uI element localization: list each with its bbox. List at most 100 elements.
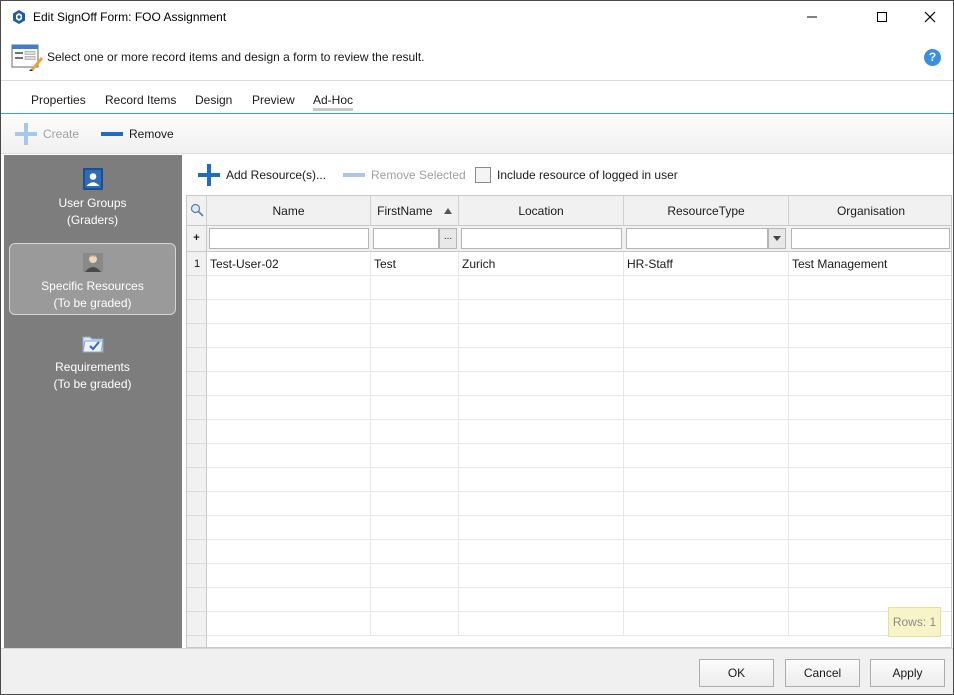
- nav-item-sublabel: (To be graded): [53, 296, 132, 310]
- row-number-empty: [187, 492, 207, 516]
- close-icon: [924, 11, 936, 23]
- column-header-label: FirstName: [377, 204, 433, 218]
- instruction-bar: Select one or more record items and desi…: [1, 33, 953, 81]
- tab-ad-hoc[interactable]: Ad-Hoc: [313, 93, 354, 111]
- tab-properties[interactable]: Properties: [31, 93, 86, 107]
- resources-panel: Add Resource(s)... Remove Selected Inclu…: [186, 155, 952, 648]
- close-button[interactable]: [907, 1, 953, 33]
- dialog-button-bar: OK Cancel Apply: [1, 648, 953, 694]
- nav-item-specific-resources[interactable]: Specific Resources (To be graded): [9, 243, 176, 315]
- grid-search-cell[interactable]: [187, 196, 207, 226]
- ok-button[interactable]: OK: [699, 659, 774, 687]
- title-bar: Edit SignOff Form: FOO Assignment: [1, 1, 953, 33]
- create-label: Create: [43, 127, 80, 141]
- maximize-button[interactable]: [859, 1, 905, 33]
- minimize-button[interactable]: [789, 1, 835, 33]
- column-header-resourcetype[interactable]: ResourceType: [624, 196, 789, 226]
- row-number-empty: [187, 396, 207, 420]
- row-number-empty: [187, 420, 207, 444]
- remove-selected-label: Remove Selected: [371, 168, 466, 182]
- row-number-empty: [187, 324, 207, 348]
- column-header-firstname[interactable]: FirstName: [371, 196, 459, 226]
- empty-row: [207, 276, 951, 300]
- left-nav: User Groups (Graders) Specific Resources…: [4, 155, 182, 648]
- apply-button[interactable]: Apply: [870, 659, 945, 687]
- maximize-icon: [877, 12, 887, 22]
- filter-name-input[interactable]: [209, 228, 369, 249]
- cell-resourcetype: HR-Staff: [624, 252, 789, 276]
- cell-location: Zurich: [459, 252, 624, 276]
- filter-firstname-input[interactable]: [373, 228, 439, 249]
- empty-row: [207, 444, 951, 468]
- filter-row: + ...: [187, 226, 951, 252]
- empty-row: [207, 612, 951, 636]
- resources-grid: Name FirstName Location ResourceType Org…: [186, 195, 952, 648]
- tab-preview[interactable]: Preview: [252, 93, 295, 107]
- filter-resourcetype-select[interactable]: [626, 228, 768, 249]
- empty-row: [207, 540, 951, 564]
- row-number-empty: [187, 444, 207, 468]
- plus-icon: [198, 164, 220, 186]
- cancel-button[interactable]: Cancel: [785, 659, 860, 687]
- remove-label: Remove: [129, 127, 174, 141]
- app-logo-icon: [13, 10, 25, 24]
- grid-header: Name FirstName Location ResourceType Org…: [187, 196, 951, 226]
- minus-icon: [343, 173, 365, 177]
- chevron-down-icon: [773, 236, 781, 241]
- search-icon: [190, 203, 204, 217]
- tab-design[interactable]: Design: [195, 93, 232, 107]
- row-number-empty: [187, 372, 207, 396]
- user-group-icon: [82, 168, 103, 190]
- remove-button[interactable]: Remove: [101, 114, 174, 154]
- empty-row: [207, 516, 951, 540]
- row-number-empty: [187, 612, 207, 636]
- instruction-text: Select one or more record items and desi…: [47, 50, 425, 64]
- row-number-empty: [187, 276, 207, 300]
- create-button[interactable]: Create: [15, 114, 79, 154]
- row-number-empty: [187, 540, 207, 564]
- filter-location-input[interactable]: [461, 228, 622, 249]
- resources-toolbar: Add Resource(s)... Remove Selected Inclu…: [186, 155, 952, 195]
- empty-row: [207, 372, 951, 396]
- nav-item-requirements[interactable]: Requirements (To be graded): [9, 325, 176, 397]
- filter-firstname-ellipsis-button[interactable]: ...: [439, 228, 457, 249]
- nav-item-label: Requirements: [55, 360, 130, 374]
- filter-organisation-input[interactable]: [791, 228, 950, 249]
- nav-item-sublabel: (To be graded): [53, 377, 132, 391]
- filter-resourcetype-dropdown-button[interactable]: [768, 228, 786, 249]
- column-header-name[interactable]: Name: [207, 196, 371, 226]
- edit-signoff-form-window: Edit SignOff Form: FOO Assignment Select…: [0, 0, 954, 695]
- nav-item-sublabel: (Graders): [66, 213, 119, 227]
- table-row[interactable]: Test-User-02 Test Zurich HR-Staff Test M…: [207, 252, 951, 276]
- rows-count-badge: Rows: 1: [888, 607, 941, 637]
- add-resources-label: Add Resource(s)...: [226, 168, 327, 182]
- row-number-column: 1: [187, 252, 207, 647]
- remove-selected-button[interactable]: Remove Selected: [343, 155, 466, 195]
- row-number[interactable]: 1: [187, 252, 207, 276]
- row-number-empty: [187, 348, 207, 372]
- add-row-icon[interactable]: +: [187, 226, 207, 252]
- column-header-location[interactable]: Location: [459, 196, 624, 226]
- add-resources-button[interactable]: Add Resource(s)...: [198, 155, 326, 195]
- row-number-empty: [187, 564, 207, 588]
- help-icon[interactable]: ?: [924, 49, 941, 66]
- empty-row: [207, 468, 951, 492]
- empty-row: [207, 420, 951, 444]
- empty-row: [207, 588, 951, 612]
- minimize-icon: [807, 16, 817, 18]
- person-icon: [82, 253, 103, 272]
- nav-item-user-groups[interactable]: User Groups (Graders): [9, 161, 176, 233]
- form-edit-icon: [11, 44, 43, 71]
- empty-row: [207, 348, 951, 372]
- tab-record-items[interactable]: Record Items: [105, 93, 176, 107]
- include-logged-in-user-checkbox[interactable]: Include resource of logged in user: [475, 155, 678, 195]
- empty-row: [207, 492, 951, 516]
- nav-item-label: Specific Resources: [41, 279, 144, 293]
- row-number-empty: [187, 588, 207, 612]
- checkbox-box[interactable]: [475, 167, 491, 183]
- toolbar: Create Remove: [1, 114, 953, 154]
- empty-row: [207, 324, 951, 348]
- window-title: Edit SignOff Form: FOO Assignment: [33, 10, 227, 24]
- row-number-empty: [187, 300, 207, 324]
- column-header-organisation[interactable]: Organisation: [789, 196, 951, 226]
